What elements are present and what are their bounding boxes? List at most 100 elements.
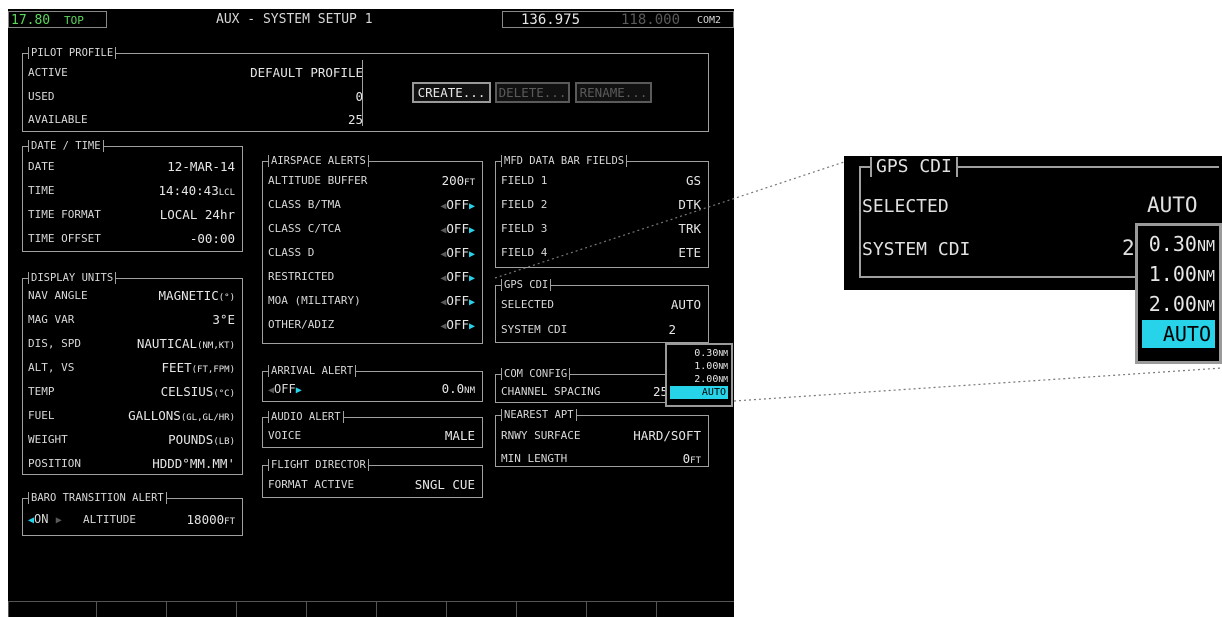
callout-line-bottom — [733, 367, 1222, 402]
pilot-profile-title: PILOT PROFILE — [28, 47, 117, 59]
display-units-box: DISPLAY UNITS NAV ANGLE MAGNETIC(°) MAG … — [22, 272, 243, 475]
softkey-1[interactable] — [8, 602, 66, 617]
date-time-title: DATE / TIME — [28, 140, 104, 152]
softkey-9[interactable] — [586, 602, 656, 617]
cdi-option-auto[interactable]: AUTO — [670, 386, 728, 399]
channel-spacing-label: CHANNEL SPACING — [501, 385, 601, 398]
softkey-8[interactable] — [516, 602, 586, 617]
zoom-selected-value[interactable]: AUTO — [1147, 193, 1198, 217]
zoom-cdi-option-1-00[interactable]: 1.00NM — [1142, 260, 1215, 290]
temp-label: TEMP — [28, 385, 55, 398]
zoom-gps-cdi-title: GPS CDI — [870, 157, 958, 177]
position-value[interactable]: HDDD°MM.MM' — [152, 457, 235, 473]
system-cdi-label: SYSTEM CDI — [501, 323, 568, 336]
rnwy-surface-value[interactable]: HARD/SOFT — [633, 429, 701, 442]
time-value: 14:40:43LCL — [158, 183, 235, 198]
cdi-option-2-00[interactable]: 2.00NM — [670, 373, 728, 386]
airspace-row-toggle[interactable]: ◀OFF▶ — [440, 294, 475, 309]
create-button[interactable]: CREATE... — [412, 82, 491, 103]
time-format-value[interactable]: LOCAL 24hr — [160, 208, 235, 221]
airspace-alerts-title: AIRSPACE ALERTS — [268, 155, 369, 167]
arrival-state-selector[interactable]: ◀OFF▶ — [268, 383, 302, 397]
right-arrow-icon: ▶ — [468, 273, 475, 284]
time-format-label: TIME FORMAT — [28, 208, 101, 221]
dis-spd-value[interactable]: NAUTICAL(NM,KT) — [137, 337, 235, 353]
airspace-row-toggle[interactable]: ◀OFF▶ — [440, 270, 475, 285]
temp-value[interactable]: CELSIUS(°C) — [161, 385, 235, 401]
zoom-cdi-option-0-30[interactable]: 0.30NM — [1142, 230, 1215, 260]
mfd-data-bar-box: MFD DATA BAR FIELDS FIELD 1 GS FIELD 2 D… — [495, 155, 709, 268]
right-arrow-icon: ▶ — [55, 515, 62, 526]
field-2-label: FIELD 2 — [501, 198, 548, 211]
profile-divider — [362, 60, 363, 126]
right-arrow-icon: ▶ — [468, 225, 475, 236]
arrival-state-value: OFF — [274, 382, 296, 396]
display-units-title: DISPLAY UNITS — [28, 272, 117, 284]
page-title: AUX - SYSTEM SETUP 1 — [216, 12, 373, 27]
delete-button[interactable]: DELETE... — [495, 82, 570, 103]
fd-format-value[interactable]: SNGL CUE — [415, 478, 475, 491]
airspace-row-toggle[interactable]: ◀OFF▶ — [440, 222, 475, 237]
arrival-distance-value[interactable]: 0.0NM — [442, 382, 475, 398]
arrival-alert-title: ARRIVAL ALERT — [268, 365, 357, 377]
field-2-value[interactable]: DTK — [678, 198, 701, 211]
right-arrow-icon: ▶ — [468, 201, 475, 212]
com-freq-box: 136.975 118.000 COM2 — [502, 11, 734, 28]
flight-director-title: FLIGHT DIRECTOR — [268, 459, 369, 471]
altitude-buffer-value[interactable]: 200FT — [442, 174, 475, 190]
softkey-7[interactable] — [446, 602, 516, 617]
voice-label: VOICE — [268, 429, 302, 442]
date-label: DATE — [28, 160, 55, 173]
airspace-row-label: MOA (MILITARY) — [268, 294, 361, 307]
nav-angle-value[interactable]: MAGNETIC(°) — [159, 289, 235, 305]
baro-state-selector[interactable]: ◀ON ▶ — [28, 513, 62, 527]
field-1-value[interactable]: GS — [686, 174, 701, 187]
field-3-label: FIELD 3 — [501, 222, 548, 235]
com-standby-freq[interactable]: 118.000 — [621, 12, 680, 28]
gps-cdi-title: GPS CDI — [501, 279, 552, 291]
airspace-row-label: CLASS C/TCA — [268, 222, 341, 235]
mag-var-value[interactable]: 3°E — [212, 313, 235, 329]
airspace-row-toggle[interactable]: ◀OFF▶ — [440, 318, 475, 333]
airspace-alerts-box: AIRSPACE ALERTS ALTITUDE BUFFER 200FT CL… — [262, 155, 483, 344]
airspace-row-toggle[interactable]: ◀OFF▶ — [440, 198, 475, 213]
active-profile-value[interactable]: DEFAULT PROFILE — [250, 66, 363, 79]
softkey-3[interactable] — [166, 602, 236, 617]
airspace-row-label: RESTRICTED — [268, 270, 335, 283]
voice-value[interactable]: MALE — [445, 429, 475, 442]
softkey-4[interactable] — [236, 602, 306, 617]
zoom-selected-label: SELECTED — [862, 196, 949, 217]
available-label: AVAILABLE — [28, 113, 88, 126]
mfd-screen: 17.80 TOP AUX - SYSTEM SETUP 1 136.975 1… — [8, 9, 734, 617]
cdi-selected-value[interactable]: AUTO — [671, 298, 701, 311]
baro-altitude-value[interactable]: 18000FT — [187, 513, 235, 529]
time-offset-value[interactable]: -00:00 — [190, 232, 235, 245]
softkey-10[interactable] — [656, 602, 734, 617]
field-3-value[interactable]: TRK — [678, 222, 701, 235]
field-4-value[interactable]: ETE — [678, 246, 701, 259]
left-freq-box: 17.80 TOP — [8, 11, 107, 28]
time-label: TIME — [28, 184, 55, 197]
weight-value[interactable]: POUNDS(LB) — [168, 433, 235, 449]
airspace-row-toggle[interactable]: ◀OFF▶ — [440, 246, 475, 261]
nav-angle-label: NAV ANGLE — [28, 289, 88, 302]
softkey-2[interactable] — [96, 602, 166, 617]
cdi-option-0-30[interactable]: 0.30NM — [670, 347, 728, 360]
zoom-cdi-option-2-00[interactable]: 2.00NM — [1142, 290, 1215, 320]
header-bar: 17.80 TOP AUX - SYSTEM SETUP 1 136.975 1… — [8, 9, 734, 30]
softkey-6[interactable] — [376, 602, 446, 617]
com-active-freq[interactable]: 136.975 — [521, 12, 580, 28]
alt-vs-value[interactable]: FEET(FT,FPM) — [162, 361, 235, 377]
field-1-label: FIELD 1 — [501, 174, 548, 187]
rename-button[interactable]: RENAME... — [575, 82, 652, 103]
used-label: USED — [28, 90, 55, 103]
min-length-value[interactable]: 0FT — [683, 452, 701, 468]
softkey-5[interactable] — [306, 602, 376, 617]
position-label: POSITION — [28, 457, 81, 470]
fuel-value[interactable]: GALLONS(GL,GL/HR) — [128, 409, 235, 425]
date-value[interactable]: 12-MAR-14 — [167, 160, 235, 173]
flight-director-box: FLIGHT DIRECTOR FORMAT ACTIVE SNGL CUE — [262, 459, 483, 498]
zoom-cdi-option-auto[interactable]: AUTO — [1142, 320, 1215, 348]
weight-label: WEIGHT — [28, 433, 68, 446]
cdi-option-1-00[interactable]: 1.00NM — [670, 360, 728, 373]
